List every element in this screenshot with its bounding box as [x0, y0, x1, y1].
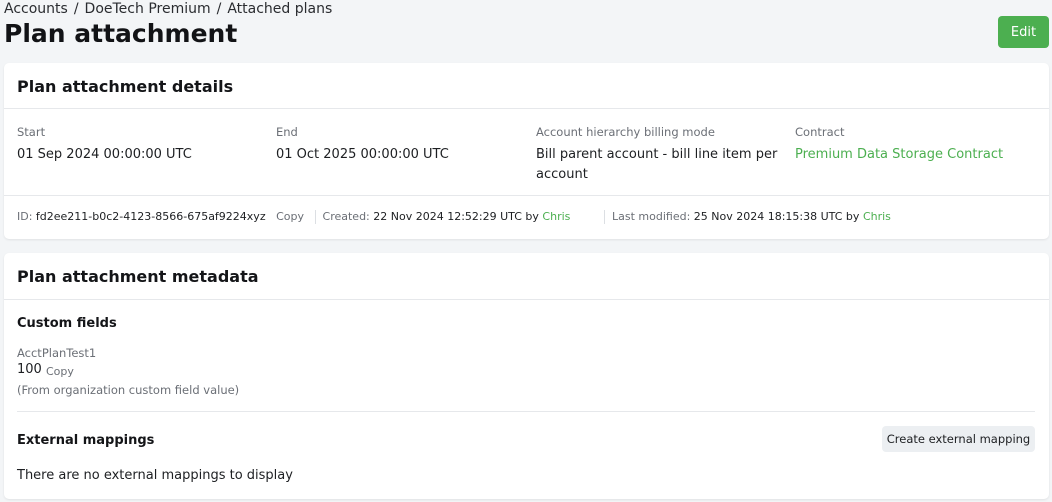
copy-custom-field-button[interactable]: Copy: [46, 365, 74, 378]
modified-value: 25 Nov 2024 18:15:38 UTC by: [693, 210, 860, 223]
create-external-mapping-button[interactable]: Create external mapping: [882, 426, 1035, 452]
plan-attachment-details-card: Plan attachment details Start 01 Sep 202…: [4, 63, 1049, 239]
breadcrumb-attached-plans[interactable]: Attached plans: [227, 1, 332, 17]
divider: [17, 411, 1035, 412]
breadcrumb: Accounts / DoeTech Premium / Attached plans: [4, 1, 332, 17]
contract-label: Contract: [795, 125, 845, 139]
divider: [4, 108, 1049, 109]
billing-mode-label: Account hierarchy billing mode: [536, 125, 715, 139]
custom-fields-title: Custom fields: [17, 316, 117, 331]
details-footer: ID: fd2ee211-b0c2-4123-8566-675af9224xyz…: [17, 210, 570, 224]
contract-field: Contract Premium Data Storage Contract: [795, 125, 1040, 165]
breadcrumb-separator: /: [216, 1, 222, 17]
edit-button[interactable]: Edit: [998, 16, 1049, 48]
created-by-link[interactable]: Chris: [542, 210, 570, 223]
custom-field-name: AcctPlanTest1: [17, 346, 97, 360]
start-value: 01 Sep 2024 00:00:00 UTC: [17, 147, 192, 162]
external-mappings-title: External mappings: [17, 433, 155, 448]
end-field: End 01 Oct 2025 00:00:00 UTC: [276, 125, 516, 165]
external-mappings-empty-message: There are no external mappings to displa…: [17, 468, 293, 483]
contract-link[interactable]: Premium Data Storage Contract: [795, 145, 1040, 165]
footer-separator: [604, 210, 605, 224]
start-label: Start: [17, 125, 46, 139]
breadcrumb-account-name[interactable]: DoeTech Premium: [85, 1, 211, 17]
plan-attachment-page: Accounts / DoeTech Premium / Attached plans …: [0, 0, 1052, 502]
id-label: ID:: [17, 210, 33, 223]
divider: [4, 299, 1049, 300]
footer-separator: [314, 210, 316, 224]
billing-mode-field: Account hierarchy billing mode Bill pare…: [536, 125, 781, 185]
modified-info: Last modified: 25 Nov 2024 18:15:38 UTC …: [604, 210, 891, 224]
details-card-title: Plan attachment details: [17, 77, 234, 96]
id-value: fd2ee211-b0c2-4123-8566-675af9224xyz: [35, 210, 266, 223]
divider: [4, 195, 1049, 196]
end-value: 01 Oct 2025 00:00:00 UTC: [276, 147, 449, 162]
breadcrumb-separator: /: [73, 1, 79, 17]
end-label: End: [276, 125, 298, 139]
breadcrumb-accounts[interactable]: Accounts: [4, 1, 68, 17]
copy-id-button[interactable]: Copy: [276, 210, 304, 223]
custom-field-note: (From organization custom field value): [17, 383, 240, 397]
modified-by-link[interactable]: Chris: [863, 210, 891, 223]
plan-attachment-metadata-card: Plan attachment metadata Custom fields A…: [4, 253, 1049, 499]
page-title: Plan attachment: [4, 19, 238, 48]
billing-mode-value: Bill parent account - bill line item per…: [536, 147, 778, 182]
created-label: Created:: [322, 210, 370, 223]
created-value: 22 Nov 2024 12:52:29 UTC by: [373, 210, 539, 223]
modified-label: Last modified:: [612, 210, 691, 223]
custom-field-value: 100: [17, 362, 42, 377]
start-field: Start 01 Sep 2024 00:00:00 UTC: [17, 125, 257, 165]
metadata-card-title: Plan attachment metadata: [17, 267, 259, 286]
